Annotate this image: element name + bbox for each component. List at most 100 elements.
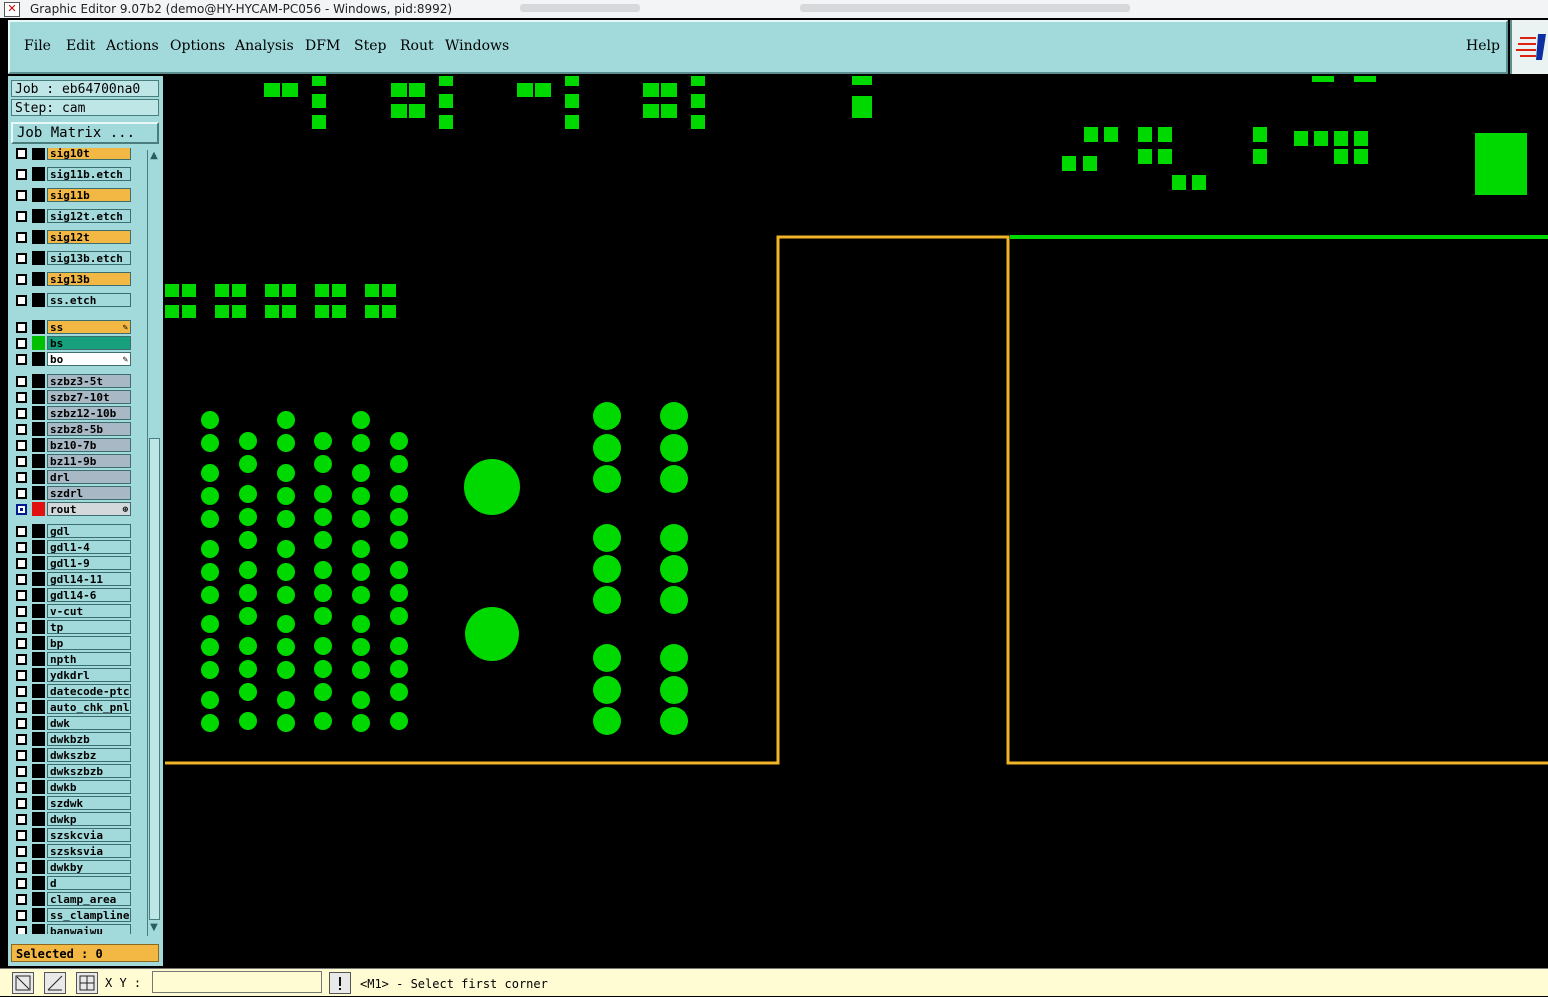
layer-label[interactable]: drl bbox=[47, 470, 131, 484]
layer-checkbox[interactable] bbox=[16, 542, 27, 553]
layer-color-swatch[interactable] bbox=[32, 524, 45, 538]
zoom-fit-button[interactable] bbox=[12, 972, 34, 994]
layer-color-swatch[interactable] bbox=[32, 148, 45, 160]
layer-row-gdl1-4[interactable]: gdl1-4 bbox=[12, 540, 134, 554]
layer-row-sig10t[interactable]: sig10t bbox=[12, 148, 134, 160]
layer-checkbox[interactable] bbox=[16, 424, 27, 435]
layer-row-tp[interactable]: tp bbox=[12, 620, 134, 634]
layer-color-swatch[interactable] bbox=[32, 438, 45, 452]
layer-checkbox[interactable] bbox=[16, 169, 27, 180]
layer-color-swatch[interactable] bbox=[32, 652, 45, 666]
layer-checkbox[interactable] bbox=[16, 798, 27, 809]
layer-color-swatch[interactable] bbox=[32, 293, 45, 307]
layer-label[interactable]: sig11b.etch bbox=[47, 167, 131, 181]
layer-label[interactable]: dwkp bbox=[47, 812, 131, 826]
layer-row-d[interactable]: d bbox=[12, 876, 134, 890]
layer-checkbox[interactable] bbox=[16, 456, 27, 467]
layer-checkbox[interactable] bbox=[16, 392, 27, 403]
menu-windows[interactable]: Windows bbox=[445, 38, 509, 54]
layer-label[interactable]: bs bbox=[47, 336, 131, 350]
layer-color-swatch[interactable] bbox=[32, 540, 45, 554]
layer-checkbox[interactable] bbox=[16, 148, 27, 159]
layer-color-swatch[interactable] bbox=[32, 406, 45, 420]
scroll-thumb[interactable] bbox=[149, 438, 160, 920]
layer-label[interactable]: sig12t bbox=[47, 230, 131, 244]
layer-row-ydkdrl[interactable]: ydkdrl bbox=[12, 668, 134, 682]
layer-color-swatch[interactable] bbox=[32, 320, 45, 334]
layer-row-dwkby[interactable]: dwkby bbox=[12, 860, 134, 874]
layer-row-szskcvia[interactable]: szskcvia bbox=[12, 828, 134, 842]
layer-checkbox[interactable] bbox=[16, 274, 27, 285]
layer-label[interactable]: sig10t bbox=[47, 148, 131, 160]
layer-checkbox[interactable] bbox=[16, 488, 27, 499]
layer-checkbox[interactable] bbox=[16, 750, 27, 761]
layer-color-swatch[interactable] bbox=[32, 188, 45, 202]
layer-label[interactable]: dwkszbzb bbox=[47, 764, 131, 778]
layer-row-rout[interactable]: rout ⊕ bbox=[12, 502, 134, 516]
layer-checkbox[interactable] bbox=[16, 638, 27, 649]
layer-label[interactable]: rout ⊕ bbox=[47, 502, 131, 516]
layer-color-swatch[interactable] bbox=[32, 620, 45, 634]
layer-checkbox[interactable] bbox=[16, 910, 27, 921]
layer-label[interactable]: auto_chk_pnl bbox=[47, 700, 131, 714]
layer-label[interactable]: szbz7-10t bbox=[47, 390, 131, 404]
layer-label[interactable]: dwk bbox=[47, 716, 131, 730]
xy-input[interactable] bbox=[152, 971, 322, 993]
layer-label[interactable]: szbz3-5t bbox=[47, 374, 131, 388]
layer-row-sig12t-etch[interactable]: sig12t.etch bbox=[12, 209, 134, 223]
layer-color-swatch[interactable] bbox=[32, 684, 45, 698]
layer-checkbox[interactable] bbox=[16, 766, 27, 777]
layer-color-swatch[interactable] bbox=[32, 454, 45, 468]
layer-color-swatch[interactable] bbox=[32, 844, 45, 858]
layer-checkbox[interactable] bbox=[16, 702, 27, 713]
layer-checkbox[interactable] bbox=[16, 782, 27, 793]
layer-label[interactable]: gdl14-6 bbox=[47, 588, 131, 602]
layer-color-swatch[interactable] bbox=[32, 908, 45, 922]
layer-checkbox[interactable] bbox=[16, 253, 27, 264]
layer-checkbox[interactable] bbox=[16, 558, 27, 569]
layer-label[interactable]: szbz8-5b bbox=[47, 422, 131, 436]
layer-color-swatch[interactable] bbox=[32, 390, 45, 404]
layer-label[interactable]: tp bbox=[47, 620, 131, 634]
layer-row-npth[interactable]: npth bbox=[12, 652, 134, 666]
layer-color-swatch[interactable] bbox=[32, 251, 45, 265]
layer-color-swatch[interactable] bbox=[32, 748, 45, 762]
layer-color-swatch[interactable] bbox=[32, 700, 45, 714]
layer-color-swatch[interactable] bbox=[32, 167, 45, 181]
layer-color-swatch[interactable] bbox=[32, 352, 45, 366]
layer-checkbox[interactable] bbox=[16, 686, 27, 697]
layer-checkbox[interactable] bbox=[16, 322, 27, 333]
menu-help[interactable]: Help bbox=[1466, 38, 1500, 54]
layer-checkbox[interactable] bbox=[16, 190, 27, 201]
layer-row-bs[interactable]: bs bbox=[12, 336, 134, 350]
menu-options[interactable]: Options bbox=[170, 38, 225, 54]
layer-label[interactable]: szdwk bbox=[47, 796, 131, 810]
layer-label[interactable]: npth bbox=[47, 652, 131, 666]
layer-row-ss-etch[interactable]: ss.etch bbox=[12, 293, 134, 307]
layer-row-szbz8-5b[interactable]: szbz8-5b bbox=[12, 422, 134, 436]
layer-color-swatch[interactable] bbox=[32, 230, 45, 244]
layer-checkbox[interactable] bbox=[16, 830, 27, 841]
layer-checkbox[interactable] bbox=[16, 894, 27, 905]
layer-color-swatch[interactable] bbox=[32, 812, 45, 826]
layer-label[interactable]: dwkszbz bbox=[47, 748, 131, 762]
layer-row-szbz12-10b[interactable]: szbz12-10b bbox=[12, 406, 134, 420]
layer-checkbox[interactable] bbox=[16, 472, 27, 483]
layer-label[interactable]: clamp_area bbox=[47, 892, 131, 906]
layer-color-swatch[interactable] bbox=[32, 470, 45, 484]
layer-row-szbz3-5t[interactable]: szbz3-5t bbox=[12, 374, 134, 388]
layer-label[interactable]: d bbox=[47, 876, 131, 890]
layer-checkbox[interactable] bbox=[16, 574, 27, 585]
layer-scrollbar[interactable]: ▲ ▼ bbox=[147, 150, 160, 936]
layer-row-bz10-7b[interactable]: bz10-7b bbox=[12, 438, 134, 452]
layer-checkbox[interactable] bbox=[16, 526, 27, 537]
layer-row-szsksvia[interactable]: szsksvia bbox=[12, 844, 134, 858]
layer-checkbox[interactable] bbox=[16, 670, 27, 681]
layer-checkbox[interactable] bbox=[16, 622, 27, 633]
layer-label[interactable]: ss.etch bbox=[47, 293, 131, 307]
layer-label[interactable]: v-cut bbox=[47, 604, 131, 618]
layer-color-swatch[interactable] bbox=[32, 422, 45, 436]
layer-label[interactable]: dwkby bbox=[47, 860, 131, 874]
layer-row-v-cut[interactable]: v-cut bbox=[12, 604, 134, 618]
layer-checkbox[interactable] bbox=[16, 295, 27, 306]
